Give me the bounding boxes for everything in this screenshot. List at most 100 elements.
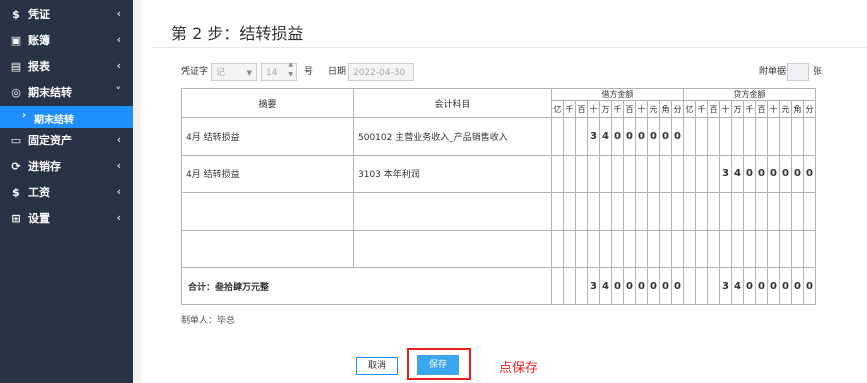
subject-cell[interactable] bbox=[353, 192, 552, 231]
debit-digit-cell[interactable] bbox=[635, 229, 648, 268]
credit-digit-cell[interactable] bbox=[803, 192, 816, 231]
summary-cell[interactable]: 4月 结转损益 bbox=[181, 154, 354, 193]
debit-digit-cell[interactable]: 0 bbox=[623, 117, 636, 156]
debit-digit-cell[interactable] bbox=[599, 192, 612, 231]
debit-digit-cell[interactable] bbox=[671, 229, 684, 268]
credit-digit-cell[interactable]: 0 bbox=[767, 154, 780, 193]
debit-digit-cell[interactable]: 0 bbox=[647, 117, 660, 156]
debit-digit-cell[interactable] bbox=[551, 154, 564, 193]
debit-digit-cell[interactable] bbox=[623, 192, 636, 231]
credit-digit-cell[interactable] bbox=[731, 229, 744, 268]
credit-digit-cell[interactable] bbox=[719, 117, 732, 156]
voucher-type-select[interactable]: 记 ▼ bbox=[211, 63, 257, 81]
debit-digit-cell[interactable] bbox=[647, 192, 660, 231]
sidebar-item-1[interactable]: ▣ 账簿 ‹ bbox=[0, 29, 133, 53]
debit-digit-cell[interactable] bbox=[587, 229, 600, 268]
debit-digit-cell[interactable]: 4 bbox=[599, 117, 612, 156]
debit-digit-cell[interactable] bbox=[599, 229, 612, 268]
debit-digit-cell[interactable] bbox=[659, 154, 672, 193]
cancel-button[interactable]: 取消 bbox=[356, 357, 398, 375]
debit-digit-cell[interactable] bbox=[563, 192, 576, 231]
summary-cell[interactable]: 4月 结转损益 bbox=[181, 117, 354, 156]
credit-digit-cell[interactable]: 0 bbox=[743, 154, 756, 193]
debit-digit-cell[interactable] bbox=[611, 192, 624, 231]
credit-digit-cell[interactable] bbox=[683, 192, 696, 231]
attachment-count-input[interactable] bbox=[787, 63, 809, 81]
debit-digit-cell[interactable] bbox=[551, 117, 564, 156]
debit-digit-cell[interactable]: 0 bbox=[671, 117, 684, 156]
summary-cell[interactable] bbox=[181, 192, 354, 231]
credit-digit-cell[interactable] bbox=[791, 192, 804, 231]
debit-digit-cell[interactable] bbox=[575, 154, 588, 193]
credit-digit-cell[interactable] bbox=[779, 192, 792, 231]
credit-digit-cell[interactable] bbox=[683, 229, 696, 268]
debit-digit-cell[interactable] bbox=[635, 154, 648, 193]
sidebar-item-7[interactable]: ⊞ 设置 ‹ bbox=[0, 207, 133, 231]
credit-digit-cell[interactable] bbox=[731, 192, 744, 231]
debit-digit-cell[interactable] bbox=[671, 154, 684, 193]
debit-digit-cell[interactable] bbox=[587, 192, 600, 231]
credit-digit-cell[interactable] bbox=[719, 192, 732, 231]
stepper-down-icon[interactable]: ▼ bbox=[288, 70, 293, 80]
credit-digit-cell[interactable] bbox=[695, 117, 708, 156]
sidebar-item-3[interactable]: ◎ 期末结转 ˅ bbox=[0, 81, 133, 105]
sidebar-item-5[interactable]: ⟳ 进销存 ‹ bbox=[0, 155, 133, 179]
credit-digit-cell[interactable] bbox=[719, 229, 732, 268]
debit-digit-cell[interactable] bbox=[623, 154, 636, 193]
credit-digit-cell[interactable]: 0 bbox=[755, 154, 768, 193]
sidebar-subitem-period-end[interactable]: › 期末结转 bbox=[0, 106, 133, 128]
debit-digit-cell[interactable] bbox=[575, 117, 588, 156]
debit-digit-cell[interactable] bbox=[575, 192, 588, 231]
debit-digit-cell[interactable] bbox=[563, 154, 576, 193]
debit-digit-cell[interactable] bbox=[611, 229, 624, 268]
summary-cell[interactable] bbox=[181, 229, 354, 268]
credit-digit-cell[interactable] bbox=[695, 229, 708, 268]
debit-digit-cell[interactable] bbox=[587, 154, 600, 193]
debit-digit-cell[interactable] bbox=[563, 117, 576, 156]
credit-digit-cell[interactable] bbox=[731, 117, 744, 156]
credit-digit-cell[interactable] bbox=[743, 117, 756, 156]
credit-digit-cell[interactable] bbox=[791, 117, 804, 156]
credit-digit-cell[interactable] bbox=[695, 192, 708, 231]
credit-digit-cell[interactable] bbox=[755, 117, 768, 156]
voucher-number-stepper[interactable]: 14 ▲ ▼ bbox=[261, 60, 297, 81]
credit-digit-cell[interactable] bbox=[779, 229, 792, 268]
credit-digit-cell[interactable]: 4 bbox=[731, 154, 744, 193]
credit-digit-cell[interactable] bbox=[767, 117, 780, 156]
sidebar-item-2[interactable]: ▤ 报表 ‹ bbox=[0, 55, 133, 79]
debit-digit-cell[interactable] bbox=[635, 192, 648, 231]
credit-digit-cell[interactable] bbox=[707, 117, 720, 156]
credit-digit-cell[interactable] bbox=[683, 117, 696, 156]
sidebar-item-4[interactable]: ▭ 固定资产 ‹ bbox=[0, 129, 133, 153]
debit-digit-cell[interactable] bbox=[623, 229, 636, 268]
credit-digit-cell[interactable] bbox=[803, 117, 816, 156]
credit-digit-cell[interactable] bbox=[683, 154, 696, 193]
save-button[interactable]: 保存 bbox=[417, 355, 459, 375]
debit-digit-cell[interactable]: 0 bbox=[659, 117, 672, 156]
credit-digit-cell[interactable] bbox=[755, 192, 768, 231]
sidebar-item-6[interactable]: $ 工资 ‹ bbox=[0, 181, 133, 205]
debit-digit-cell[interactable] bbox=[611, 154, 624, 193]
credit-digit-cell[interactable] bbox=[803, 229, 816, 268]
credit-digit-cell[interactable] bbox=[767, 229, 780, 268]
credit-digit-cell[interactable] bbox=[755, 229, 768, 268]
debit-digit-cell[interactable] bbox=[599, 154, 612, 193]
debit-digit-cell[interactable] bbox=[659, 192, 672, 231]
credit-digit-cell[interactable]: 0 bbox=[791, 154, 804, 193]
credit-digit-cell[interactable] bbox=[791, 229, 804, 268]
debit-digit-cell[interactable] bbox=[563, 229, 576, 268]
credit-digit-cell[interactable] bbox=[743, 192, 756, 231]
credit-digit-cell[interactable]: 0 bbox=[779, 154, 792, 193]
debit-digit-cell[interactable] bbox=[671, 192, 684, 231]
credit-digit-cell[interactable]: 0 bbox=[803, 154, 816, 193]
credit-digit-cell[interactable] bbox=[695, 154, 708, 193]
debit-digit-cell[interactable] bbox=[647, 229, 660, 268]
debit-digit-cell[interactable] bbox=[551, 229, 564, 268]
debit-digit-cell[interactable]: 3 bbox=[587, 117, 600, 156]
debit-digit-cell[interactable]: 0 bbox=[611, 117, 624, 156]
credit-digit-cell[interactable] bbox=[707, 192, 720, 231]
credit-digit-cell[interactable]: 3 bbox=[719, 154, 732, 193]
debit-digit-cell[interactable] bbox=[647, 154, 660, 193]
credit-digit-cell[interactable] bbox=[767, 192, 780, 231]
stepper-up-icon[interactable]: ▲ bbox=[288, 60, 293, 70]
